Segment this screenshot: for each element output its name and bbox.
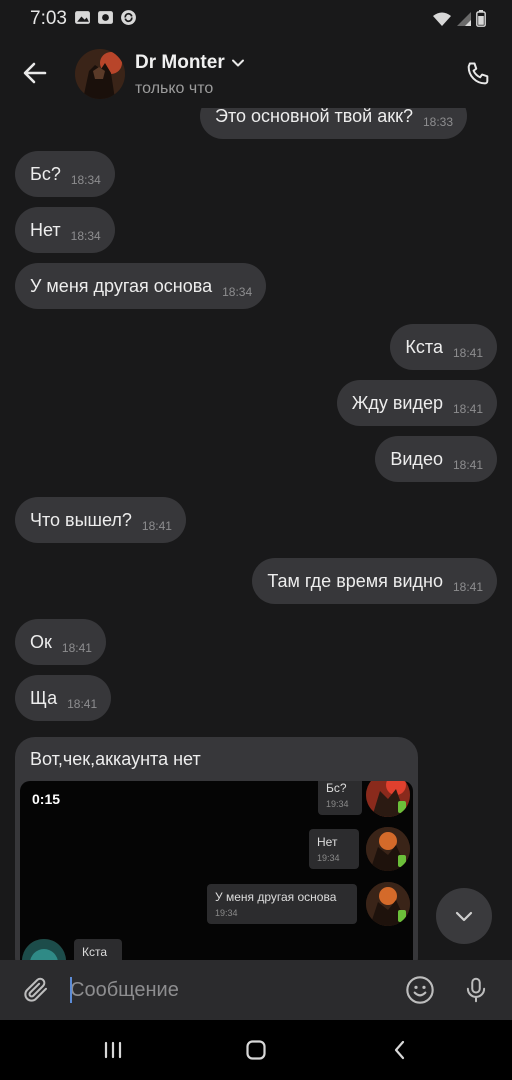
home-button[interactable] xyxy=(236,1032,276,1068)
message-text: Это основной твой акк? xyxy=(215,105,413,126)
contact-name-row[interactable]: Dr Monter xyxy=(135,52,245,74)
message-text: Жду видер xyxy=(351,392,443,413)
message-input[interactable] xyxy=(70,972,390,1008)
home-icon xyxy=(246,1040,266,1060)
message-composer xyxy=(0,960,512,1020)
video-preview-avatar xyxy=(366,882,410,926)
system-icons xyxy=(432,10,486,27)
video-preview-message: Кста xyxy=(74,939,122,960)
message-bubble-outgoing[interactable]: Жду видер 18:41 xyxy=(336,380,497,426)
message-bubble-incoming[interactable]: Ок 18:41 xyxy=(15,619,106,665)
video-duration: 0:15 xyxy=(32,791,61,807)
back-icon xyxy=(394,1040,405,1060)
message-bubble-incoming[interactable]: Бс? 18:34 xyxy=(15,151,115,197)
video-preview-time: 19:34 xyxy=(326,799,349,809)
gallery-icon xyxy=(75,11,90,24)
video-message[interactable]: Вот,чек,аккаунта нет 0:15 Бс? 19:34 Нет … xyxy=(15,737,418,960)
video-preview-text: Бс? xyxy=(326,781,347,795)
chat-header: Dr Monter только что xyxy=(0,38,512,108)
status-bar: 7:03 xyxy=(0,0,512,38)
video-preview-message: Бс? 19:34 xyxy=(318,781,362,815)
video-caption: Вот,чек,аккаунта нет xyxy=(30,749,201,769)
message-time: 18:34 xyxy=(70,173,101,187)
video-preview-message: Нет 19:34 xyxy=(309,829,359,869)
message-bubble-incoming[interactable]: У меня другая основа 18:34 xyxy=(15,263,267,309)
chevron-down-icon xyxy=(231,59,244,67)
message-time: 18:33 xyxy=(422,115,453,129)
sync-icon xyxy=(121,10,136,25)
message-text: Нет xyxy=(30,219,61,240)
system-back-button[interactable] xyxy=(380,1032,420,1068)
message-time: 18:41 xyxy=(452,458,483,472)
message-text: Ща xyxy=(30,687,58,708)
message-time: 18:41 xyxy=(452,580,483,594)
system-navigation-bar xyxy=(0,1020,512,1080)
message-time: 18:34 xyxy=(222,285,253,299)
emoji-button[interactable] xyxy=(402,972,438,1008)
paperclip-icon xyxy=(24,977,47,1002)
video-preview-text: У меня другая основа xyxy=(215,890,337,904)
text-caret xyxy=(70,977,72,1003)
message-text: Что вышел? xyxy=(30,509,132,530)
battery-icon xyxy=(476,10,486,27)
video-preview-time: 19:34 xyxy=(215,908,238,918)
message-bubble-incoming[interactable]: Что вышел? 18:41 xyxy=(15,497,186,543)
message-bubble-outgoing[interactable]: Там где время видно 18:41 xyxy=(252,558,497,604)
video-preview-avatar xyxy=(22,939,66,960)
status-time: 7:03 xyxy=(30,8,67,29)
back-button[interactable] xyxy=(16,54,54,92)
message-bubble-outgoing[interactable]: Видео 18:41 xyxy=(375,436,497,482)
message-bubble-incoming[interactable]: Ща 18:41 xyxy=(15,675,112,721)
wifi-icon xyxy=(433,12,451,26)
message-text: Видео xyxy=(390,448,443,469)
call-button[interactable] xyxy=(458,54,498,94)
scroll-to-bottom-button[interactable] xyxy=(436,888,492,944)
voice-message-button[interactable] xyxy=(458,972,494,1008)
message-time: 18:41 xyxy=(141,519,172,533)
message-text: Там где время видно xyxy=(267,570,443,591)
contact-avatar[interactable] xyxy=(75,49,125,99)
message-time: 18:41 xyxy=(67,697,98,711)
message-bubble-incoming[interactable]: Нет 18:34 xyxy=(15,207,115,253)
message-text: Кста xyxy=(405,336,443,357)
recent-apps-button[interactable] xyxy=(93,1032,133,1068)
message-time: 18:41 xyxy=(452,402,483,416)
message-time: 18:41 xyxy=(452,346,483,360)
phone-icon xyxy=(467,62,489,85)
notification-icons xyxy=(74,9,137,26)
smiley-icon xyxy=(406,976,434,1004)
message-text: Ок xyxy=(30,631,52,652)
message-list[interactable]: Это основной твой акк? 18:33 Бс? 18:34 Н… xyxy=(0,0,512,960)
photo-icon xyxy=(98,11,113,24)
message-text: Бс? xyxy=(30,163,61,184)
message-time: 18:41 xyxy=(61,641,92,655)
chevron-down-icon xyxy=(455,911,473,922)
video-player[interactable]: 0:15 Бс? 19:34 Нет 19:34 У меня другая о… xyxy=(20,781,413,960)
message-text: У меня другая основа xyxy=(30,275,213,296)
recent-apps-icon xyxy=(104,1041,122,1059)
video-preview-message: У меня другая основа 19:34 xyxy=(207,884,357,924)
contact-status: только что xyxy=(135,80,214,97)
microphone-icon xyxy=(466,977,486,1003)
contact-name: Dr Monter xyxy=(135,52,225,73)
video-preview-time: 19:34 xyxy=(317,853,340,863)
video-preview-avatar xyxy=(366,827,410,871)
video-preview-text: Кста xyxy=(82,945,108,959)
arrow-left-icon xyxy=(23,62,47,84)
video-preview-text: Нет xyxy=(317,835,338,849)
video-preview-avatar xyxy=(366,781,410,817)
attach-button[interactable] xyxy=(18,972,54,1008)
message-bubble-outgoing[interactable]: Кста 18:41 xyxy=(390,324,497,370)
message-time: 18:34 xyxy=(70,229,101,243)
signal-icon xyxy=(457,11,471,26)
